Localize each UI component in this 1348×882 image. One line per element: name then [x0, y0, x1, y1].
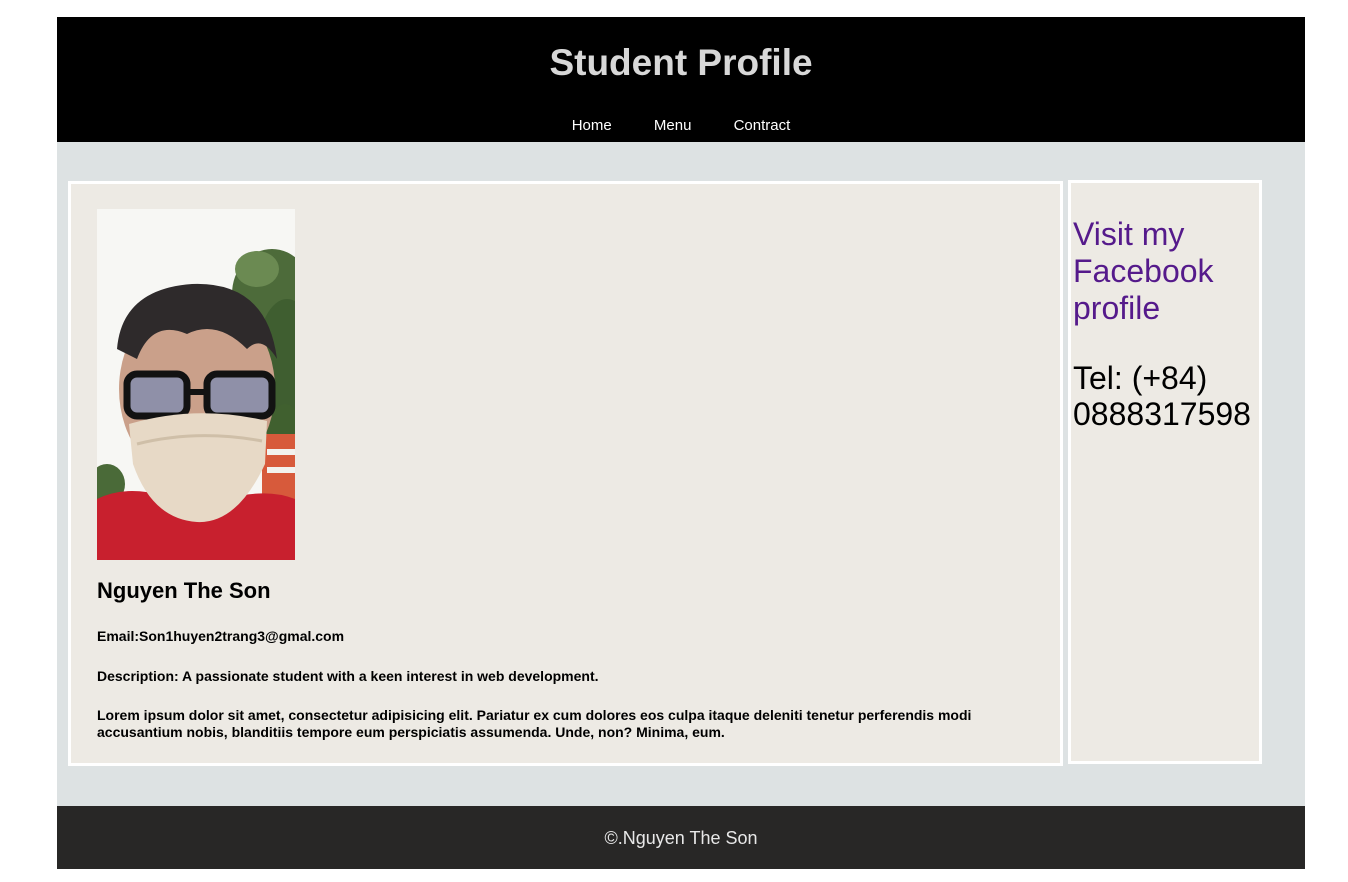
- page: Student Profile Home Menu Contract Nguye…: [57, 17, 1305, 869]
- content-area: Nguyen The Son Email:Son1huyen2trang3@gm…: [57, 142, 1305, 806]
- student-name: Nguyen The Son: [97, 578, 271, 603]
- nav-link-home[interactable]: Home: [572, 117, 612, 135]
- main-nav: Home Menu Contract: [57, 117, 1305, 135]
- telephone-number: Tel: (+84) 0888317598: [1073, 360, 1251, 432]
- facebook-profile-link[interactable]: Visit my Facebook profile: [1073, 216, 1259, 327]
- student-email: Email:Son1huyen2trang3@gmal.com: [97, 628, 345, 644]
- nav-link-menu[interactable]: Menu: [654, 117, 692, 135]
- page-title: Student Profile: [549, 42, 813, 83]
- site-header: Student Profile Home Menu Contract: [57, 17, 1305, 142]
- contact-sidebar: Visit my Facebook profile Tel: (+84) 088…: [1068, 180, 1262, 764]
- site-footer: ©.Nguyen The Son: [57, 806, 1305, 869]
- footer-copyright: ©.Nguyen The Son: [604, 828, 758, 848]
- profile-photo: [97, 209, 295, 560]
- student-description: Description: A passionate student with a…: [97, 668, 599, 684]
- nav-link-contract[interactable]: Contract: [734, 117, 791, 135]
- student-bio: Lorem ipsum dolor sit amet, consectetur …: [97, 707, 972, 740]
- profile-card: Nguyen The Son Email:Son1huyen2trang3@gm…: [68, 181, 1063, 766]
